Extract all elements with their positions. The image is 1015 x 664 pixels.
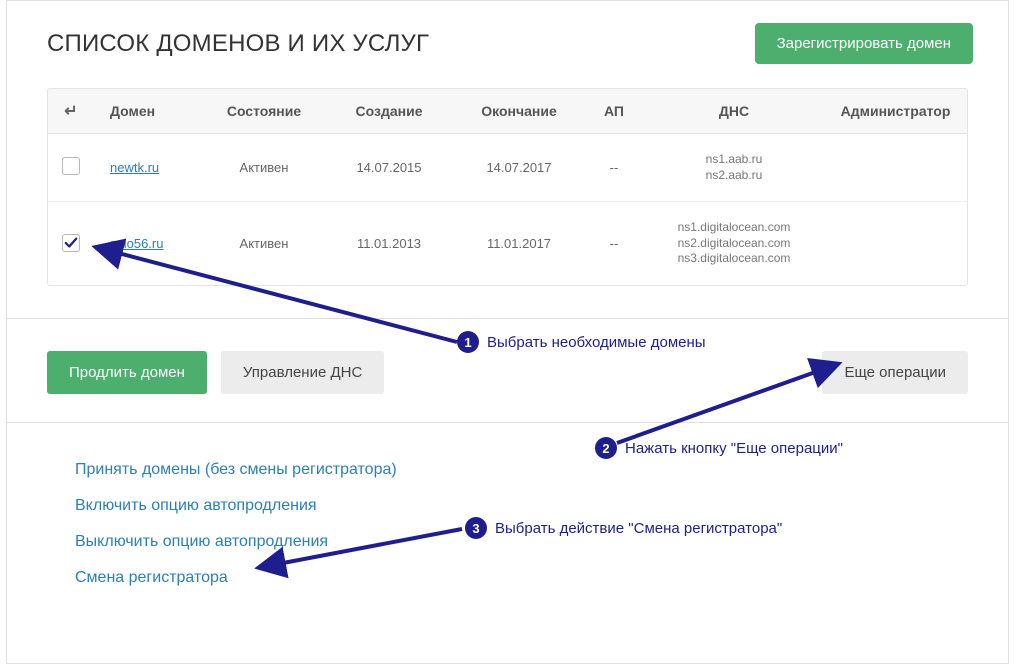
cell-expires: 14.07.2017 — [454, 134, 584, 202]
col-admin[interactable]: Администратор — [824, 89, 967, 134]
col-domain[interactable]: Домен — [94, 89, 204, 134]
table-row: solo56.ruАктивен11.01.201311.01.2017--ns… — [48, 202, 967, 285]
domain-link[interactable]: solo56.ru — [110, 236, 163, 251]
more-operations-button[interactable]: Еще операции — [822, 351, 968, 394]
cell-status: Активен — [204, 202, 324, 285]
dns-entry: ns2.aab.ru — [652, 168, 816, 184]
cell-dns: ns1.aab.runs2.aab.ru — [644, 134, 824, 202]
page-title: СПИСОК ДОМЕНОВ И ИХ УСЛУГ — [47, 30, 429, 58]
dns-entry: ns1.aab.ru — [652, 152, 816, 168]
annotation-text-1: Выбрать необходимые домены — [487, 334, 706, 351]
dns-entry: ns1.digitalocean.com — [652, 220, 816, 236]
row-checkbox[interactable] — [62, 157, 80, 175]
cell-status: Активен — [204, 134, 324, 202]
annotation-text-2: Нажать кнопку "Еще операции" — [625, 440, 843, 457]
annotation-bubble-2: 2 — [595, 437, 617, 459]
cell-created: 11.01.2013 — [324, 202, 454, 285]
col-dns[interactable]: ДНС — [644, 89, 824, 134]
sort-icon: ↵ — [64, 103, 77, 120]
page-container: СПИСОК ДОМЕНОВ И ИХ УСЛУГ Зарегистрирова… — [6, 0, 1009, 664]
cell-created: 14.07.2015 — [324, 134, 454, 202]
cell-admin — [824, 134, 967, 202]
dns-entry: ns2.digitalocean.com — [652, 236, 816, 252]
annotation-bubble-1: 1 — [457, 331, 479, 353]
dropdown-menu: Принять домены (без смены регистратора) … — [7, 422, 1008, 663]
table-row: newtk.ruАктивен14.07.201514.07.2017--ns1… — [48, 134, 967, 202]
cell-ap: -- — [584, 134, 644, 202]
manage-dns-button[interactable]: Управление ДНС — [221, 351, 384, 394]
register-domain-button[interactable]: Зарегистрировать домен — [755, 23, 973, 64]
table-header-row: ↵ Домен Состояние Создание Окончание АП … — [48, 89, 967, 134]
annotation-step-2: 2 Нажать кнопку "Еще операции" — [595, 437, 843, 459]
domain-table: ↵ Домен Состояние Создание Окончание АП … — [47, 88, 968, 286]
cell-ap: -- — [584, 202, 644, 285]
dropdown-enable-autorenew[interactable]: Включить опцию автопродления — [75, 497, 968, 515]
dns-entry: ns3.digitalocean.com — [652, 251, 816, 267]
annotation-step-1: 1 Выбрать необходимые домены — [457, 331, 706, 353]
dropdown-change-registrar[interactable]: Смена регистратора — [75, 569, 968, 587]
col-sort[interactable]: ↵ — [48, 89, 94, 134]
cell-dns: ns1.digitalocean.comns2.digitalocean.com… — [644, 202, 824, 285]
annotation-bubble-3: 3 — [465, 517, 487, 539]
annotation-step-3: 3 Выбрать действие "Смена регистратора" — [465, 517, 782, 539]
cell-admin — [824, 202, 967, 285]
col-expires[interactable]: Окончание — [454, 89, 584, 134]
page-header: СПИСОК ДОМЕНОВ И ИХ УСЛУГ Зарегистрирова… — [7, 1, 1008, 88]
annotation-text-3: Выбрать действие "Смена регистратора" — [495, 520, 782, 537]
domain-link[interactable]: newtk.ru — [110, 160, 159, 175]
col-status[interactable]: Состояние — [204, 89, 324, 134]
dropdown-accept-domains[interactable]: Принять домены (без смены регистратора) — [75, 461, 968, 479]
renew-domain-button[interactable]: Продлить домен — [47, 351, 207, 394]
col-ap[interactable]: АП — [584, 89, 644, 134]
col-created[interactable]: Создание — [324, 89, 454, 134]
row-checkbox[interactable] — [62, 234, 80, 252]
cell-expires: 11.01.2017 — [454, 202, 584, 285]
